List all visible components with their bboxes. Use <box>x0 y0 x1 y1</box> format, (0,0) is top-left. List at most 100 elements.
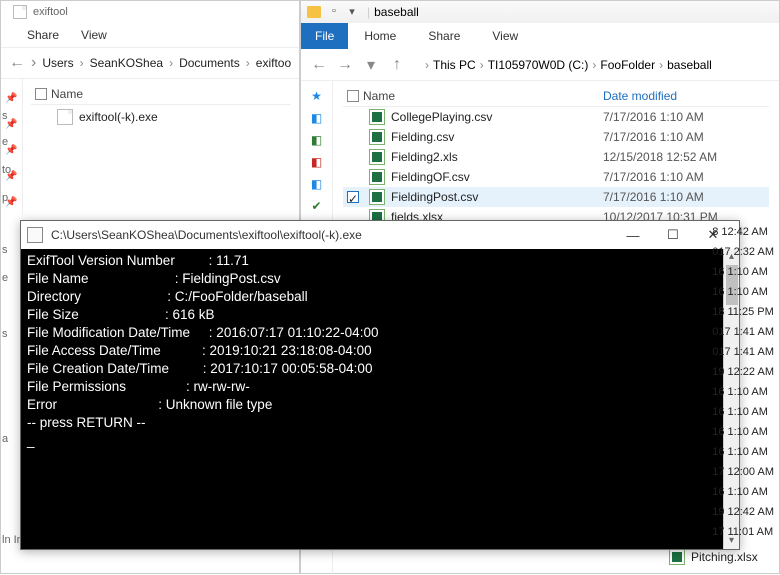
nav-back-icon[interactable]: ← <box>309 56 329 74</box>
nav-bar: ← → ▾ ↑ › This PC› TI105970W0D (C:)› Foo… <box>301 49 779 81</box>
column-name[interactable]: Name <box>363 89 395 103</box>
ribbon-tabs: Share View <box>1 23 299 47</box>
excel-icon <box>369 149 385 165</box>
sidebar-label: s <box>2 244 8 256</box>
file-date-partial: 17 11:01 AM <box>712 525 774 545</box>
pin-icon[interactable]: 📌 <box>1 85 22 111</box>
breadcrumb-item[interactable]: TI105970W0D (C:) <box>488 58 589 72</box>
file-date-partial: 16 1:10 AM <box>712 485 774 505</box>
excel-icon <box>369 109 385 125</box>
chevron-right-icon: › <box>31 54 36 72</box>
quick-item[interactable]: ◧ <box>301 107 332 129</box>
folder-icon <box>307 6 321 18</box>
select-all-checkbox[interactable] <box>347 90 359 102</box>
folder-icon <box>13 5 27 19</box>
file-date-partial: 16 1:10 AM <box>712 285 774 305</box>
file-name: Fielding.csv <box>391 130 454 144</box>
qat-button[interactable]: ▫ <box>327 5 341 19</box>
breadcrumb-item[interactable]: FooFolder <box>600 58 655 72</box>
file-date-partial: 16 1:10 AM <box>712 265 774 285</box>
file-row[interactable]: Fielding2.xls 12/15/2018 12:52 AM <box>343 147 769 167</box>
file-name: Fielding2.xls <box>391 150 458 164</box>
date-column-partial: 8 12:42 AM017 2:32 AM16 1:10 AM16 1:10 A… <box>712 225 774 545</box>
breadcrumb-item[interactable]: SeanKOShea <box>90 56 163 70</box>
column-date[interactable]: Date modified <box>603 89 677 103</box>
file-row[interactable]: exiftool(-k).exe <box>31 105 291 129</box>
select-all-checkbox[interactable] <box>35 88 47 100</box>
file-name: Pitching.xlsx <box>691 550 758 564</box>
console-title: C:\Users\SeanKOShea\Documents\exiftool\e… <box>51 228 362 242</box>
console-title-bar: C:\Users\SeanKOShea\Documents\exiftool\e… <box>21 221 739 249</box>
column-name[interactable]: Name <box>51 87 83 101</box>
breadcrumb[interactable]: Users› SeanKOShea› Documents› exiftoo <box>42 56 291 70</box>
chevron-down-icon[interactable]: ▾ <box>345 5 359 19</box>
breadcrumb-item[interactable]: baseball <box>667 58 712 72</box>
nav-bar: ← › Users› SeanKOShea› Documents› exifto… <box>1 47 299 79</box>
sidebar-label: e <box>2 136 8 148</box>
sidebar-label: e <box>2 272 8 284</box>
console-output: ExifTool Version Number : 11.71 File Nam… <box>21 249 739 549</box>
exe-icon <box>57 109 73 125</box>
maximize-button[interactable]: ☐ <box>653 221 693 249</box>
address-bar[interactable]: › This PC› TI105970W0D (C:)› FooFolder› … <box>413 53 716 77</box>
tab-view[interactable]: View <box>81 28 107 42</box>
sidebar-label: to <box>2 164 11 176</box>
file-date-partial: 017 2:32 AM <box>712 245 774 265</box>
column-headers: Name <box>31 83 291 105</box>
quick-item[interactable]: ◧ <box>301 173 332 195</box>
column-headers: Name Date modified <box>343 85 769 107</box>
file-date-partial: 017 1:41 AM <box>712 345 774 365</box>
nav-back-icon[interactable]: ← <box>9 54 25 72</box>
nav-forward-icon[interactable]: → <box>335 56 355 74</box>
file-name: FieldingOF.csv <box>391 170 470 184</box>
ribbon: File Home Share View <box>301 23 779 49</box>
window-title-bar: exiftool <box>1 1 299 23</box>
file-date: 7/17/2016 1:10 AM <box>603 190 704 204</box>
breadcrumb-item[interactable]: exiftoo <box>256 56 291 70</box>
sidebar-label: s <box>2 328 8 340</box>
star-icon[interactable]: ★ <box>301 85 332 107</box>
chevron-down-icon[interactable]: ▾ <box>361 55 381 75</box>
file-row[interactable]: Pitching.xlsx 12/8/2017 12:52 AM <box>643 547 779 567</box>
file-row[interactable]: Fielding.csv 7/17/2016 1:10 AM <box>343 127 769 147</box>
file-date-partial: 16 1:10 AM <box>712 425 774 445</box>
file-row[interactable]: ✓ FieldingPost.csv 7/17/2016 1:10 AM <box>343 187 769 207</box>
row-checkbox[interactable]: ✓ <box>347 191 359 203</box>
file-row[interactable]: FieldingOF.csv 7/17/2016 1:10 AM <box>343 167 769 187</box>
nav-up-icon[interactable]: ↑ <box>387 56 407 74</box>
file-date-partial: 8 12:42 AM <box>712 225 774 245</box>
excel-icon <box>369 169 385 185</box>
tab-view[interactable]: View <box>476 29 534 43</box>
file-name: FieldingPost.csv <box>391 190 478 204</box>
exe-icon <box>27 227 43 243</box>
separator: | <box>367 5 370 19</box>
file-date: 7/17/2016 1:10 AM <box>603 170 704 184</box>
file-name: exiftool(-k).exe <box>79 110 158 124</box>
file-date: 7/17/2016 1:10 AM <box>603 130 704 144</box>
window-title-bar: ▫ ▾ | baseball <box>301 1 779 23</box>
tab-share[interactable]: Share <box>412 29 476 43</box>
tab-share[interactable]: Share <box>27 28 59 42</box>
file-date: 12/15/2018 12:52 AM <box>603 150 717 164</box>
window-title: exiftool <box>33 6 68 18</box>
breadcrumb-item[interactable]: Documents <box>179 56 240 70</box>
breadcrumb-item[interactable]: Users <box>42 56 73 70</box>
excel-icon <box>369 189 385 205</box>
breadcrumb-item[interactable]: This PC <box>433 58 476 72</box>
file-date-partial: 19 12:22 AM <box>712 365 774 385</box>
file-date-partial: 16 1:10 AM <box>712 445 774 465</box>
window-title: baseball <box>374 5 419 19</box>
quick-item[interactable]: ◧ <box>301 129 332 151</box>
tab-file[interactable]: File <box>301 23 348 49</box>
file-date-partial: 19 12:42 AM <box>712 505 774 525</box>
excel-icon <box>369 129 385 145</box>
tab-home[interactable]: Home <box>348 29 412 43</box>
quick-item[interactable]: ◧ <box>301 151 332 173</box>
file-list: Name exiftool(-k).exe <box>23 79 299 215</box>
excel-icon <box>669 549 685 565</box>
quick-item[interactable]: ✔ <box>301 195 332 217</box>
file-date-partial: 16 1:10 AM <box>712 385 774 405</box>
minimize-button[interactable]: — <box>613 221 653 249</box>
file-row[interactable]: CollegePlaying.csv7/17/2016 1:10 AM <box>343 107 769 127</box>
sidebar-label: s <box>2 110 8 122</box>
